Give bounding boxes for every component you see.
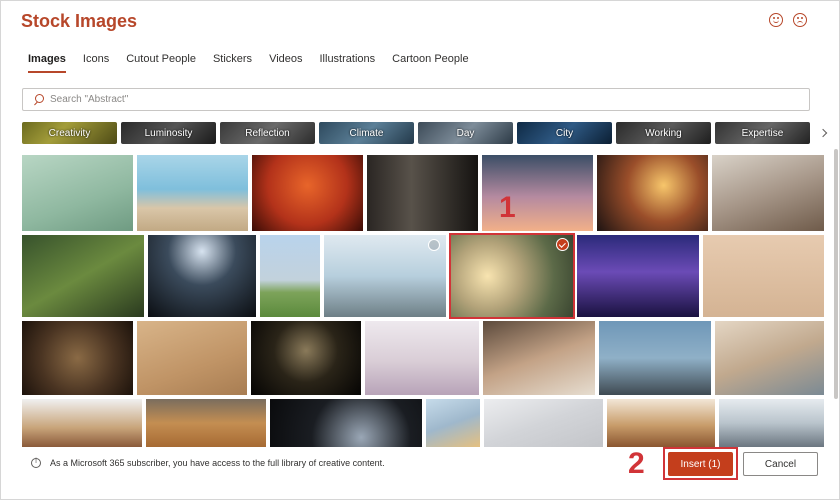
image-thumbnail[interactable] xyxy=(715,321,824,395)
image-thumbnail[interactable] xyxy=(22,235,144,317)
image-thumbnail[interactable] xyxy=(483,321,595,395)
category-chip-reflection[interactable]: Reflection xyxy=(220,122,315,144)
subscriber-notice-text: As a Microsoft 365 subscriber, you have … xyxy=(50,458,385,468)
tab-icons[interactable]: Icons xyxy=(83,53,109,73)
search-input[interactable] xyxy=(50,94,750,105)
subscriber-notice: As a Microsoft 365 subscriber, you have … xyxy=(31,458,385,468)
image-thumbnail[interactable] xyxy=(270,399,422,447)
scrollbar[interactable] xyxy=(834,149,839,445)
category-chip-day[interactable]: Day xyxy=(418,122,513,144)
image-thumbnail[interactable] xyxy=(148,235,256,317)
image-thumbnail[interactable] xyxy=(719,399,824,447)
image-thumbnail[interactable] xyxy=(365,321,479,395)
info-icon xyxy=(31,458,41,468)
tab-cutout-people[interactable]: Cutout People xyxy=(126,53,196,73)
category-chip-climate[interactable]: Climate xyxy=(319,122,414,144)
dialog-title: Stock Images xyxy=(21,11,138,31)
step-1-callout: 1 xyxy=(499,191,516,224)
select-circle-icon[interactable] xyxy=(428,239,440,251)
image-thumbnail[interactable] xyxy=(251,321,361,395)
image-thumbnail[interactable] xyxy=(599,321,711,395)
scrollbar-thumb[interactable] xyxy=(834,149,838,399)
step-2-callout: 2 xyxy=(628,447,645,480)
image-grid xyxy=(22,155,832,447)
image-thumbnail[interactable] xyxy=(577,235,699,317)
category-chips: Creativity Luminosity Reflection Climate… xyxy=(22,122,810,144)
image-thumbnail[interactable] xyxy=(22,155,133,231)
image-thumbnail[interactable] xyxy=(137,321,247,395)
image-thumbnail[interactable] xyxy=(712,155,824,231)
image-thumbnail[interactable] xyxy=(597,155,708,231)
image-thumbnail[interactable] xyxy=(137,155,248,231)
image-thumbnail[interactable] xyxy=(324,235,446,317)
tab-illustrations[interactable]: Illustrations xyxy=(320,53,376,73)
search-box xyxy=(22,88,810,111)
checkmark-icon[interactable] xyxy=(556,238,569,251)
tab-cartoon-people[interactable]: Cartoon People xyxy=(392,53,468,73)
tab-videos[interactable]: Videos xyxy=(269,53,302,73)
category-chip-working[interactable]: Working xyxy=(616,122,711,144)
tab-stickers[interactable]: Stickers xyxy=(213,53,252,73)
tab-images[interactable]: Images xyxy=(28,53,66,73)
tab-bar: Images Icons Cutout People Stickers Vide… xyxy=(28,53,486,73)
category-chip-expertise[interactable]: Expertise xyxy=(715,122,810,144)
frown-icon[interactable] xyxy=(793,13,807,27)
chevron-right-icon[interactable] xyxy=(816,125,830,141)
image-thumbnail[interactable] xyxy=(484,399,603,447)
category-chip-luminosity[interactable]: Luminosity xyxy=(121,122,216,144)
image-thumbnail[interactable] xyxy=(260,235,320,317)
feedback-icons xyxy=(769,13,807,27)
image-thumbnail[interactable] xyxy=(252,155,363,231)
smile-icon[interactable] xyxy=(769,13,783,27)
image-thumbnail[interactable] xyxy=(703,235,824,317)
image-thumbnail[interactable] xyxy=(607,399,715,447)
image-thumbnail[interactable] xyxy=(146,399,266,447)
image-thumbnail-selected[interactable] xyxy=(449,233,575,319)
search-icon xyxy=(33,94,44,105)
image-thumbnail[interactable] xyxy=(22,321,133,395)
insert-button[interactable]: Insert (1) xyxy=(668,452,733,476)
image-thumbnail[interactable] xyxy=(426,399,480,447)
category-chip-creativity[interactable]: Creativity xyxy=(22,122,117,144)
image-thumbnail[interactable] xyxy=(367,155,478,231)
cancel-button[interactable]: Cancel xyxy=(743,452,818,476)
image-thumbnail[interactable] xyxy=(22,399,142,447)
category-chip-city[interactable]: City xyxy=(517,122,612,144)
stock-images-dialog: Stock Images Images Icons Cutout People … xyxy=(0,0,840,500)
